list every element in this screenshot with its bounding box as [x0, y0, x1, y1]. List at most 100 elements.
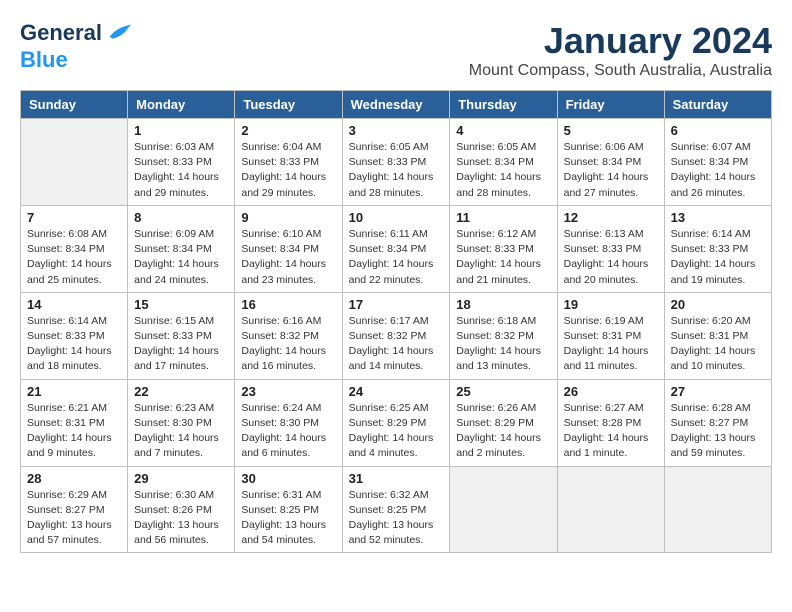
day-cell: 26 Sunrise: 6:27 AM Sunset: 8:28 PM Dayli… [557, 379, 664, 466]
week-row-1: 1Sunrise: 6:03 AM Sunset: 8:33 PM Daylig… [21, 119, 772, 206]
day-number: 26 [564, 384, 658, 399]
day-number: 9 [241, 210, 335, 225]
day-number: 29 [134, 471, 228, 486]
weekday-saturday: Saturday [664, 91, 771, 119]
logo-blue: Blue [20, 47, 68, 72]
day-cell [21, 119, 128, 206]
day-cell: 21Sunrise: 6:21 AM Sunset: 8:31 PM Dayli… [21, 379, 128, 466]
week-row-2: 7 Sunrise: 6:08 AM Sunset: 8:34 PM Daylig… [21, 205, 772, 292]
logo-text: General Blue [20, 20, 133, 72]
week-row-4: 21Sunrise: 6:21 AM Sunset: 8:31 PM Dayli… [21, 379, 772, 466]
day-info: Sunrise: 6:16 AM Sunset: 8:32 PM Dayligh… [241, 314, 335, 375]
day-number: 7 [27, 210, 121, 225]
day-cell: 22Sunrise: 6:23 AM Sunset: 8:30 PM Dayli… [128, 379, 235, 466]
day-number: 14 [27, 297, 121, 312]
day-cell [557, 466, 664, 553]
day-info: Sunrise: 6:29 AM Sunset: 8:27 PM Dayligh… [27, 488, 121, 549]
day-cell: 14 Sunrise: 6:14 AM Sunset: 8:33 PM Dayli… [21, 292, 128, 379]
calendar-body: 1Sunrise: 6:03 AM Sunset: 8:33 PM Daylig… [21, 119, 772, 553]
day-info: Sunrise: 6:14 AM Sunset: 8:33 PM Dayligh… [671, 227, 765, 288]
day-info: Sunrise: 6:04 AM Sunset: 8:33 PM Dayligh… [241, 140, 335, 201]
day-cell: 3Sunrise: 6:05 AM Sunset: 8:33 PM Daylig… [342, 119, 450, 206]
day-number: 28 [27, 471, 121, 486]
day-info: Sunrise: 6:30 AM Sunset: 8:26 PM Dayligh… [134, 488, 228, 549]
day-info: Sunrise: 6:25 AM Sunset: 8:29 PM Dayligh… [349, 401, 444, 462]
day-cell: 18 Sunrise: 6:18 AM Sunset: 8:32 PM Dayli… [450, 292, 557, 379]
day-info: Sunrise: 6:21 AM Sunset: 8:31 PM Dayligh… [27, 401, 121, 462]
day-info: Sunrise: 6:18 AM Sunset: 8:32 PM Dayligh… [456, 314, 550, 375]
day-info: Sunrise: 6:13 AM Sunset: 8:33 PM Dayligh… [564, 227, 658, 288]
day-cell: 5 Sunrise: 6:06 AM Sunset: 8:34 PM Daylig… [557, 119, 664, 206]
day-info: Sunrise: 6:15 AM Sunset: 8:33 PM Dayligh… [134, 314, 228, 375]
day-number: 19 [564, 297, 658, 312]
day-number: 17 [349, 297, 444, 312]
day-number: 12 [564, 210, 658, 225]
day-cell [664, 466, 771, 553]
day-cell: 9 Sunrise: 6:10 AM Sunset: 8:34 PM Daylig… [235, 205, 342, 292]
day-number: 16 [241, 297, 335, 312]
day-cell: 28 Sunrise: 6:29 AM Sunset: 8:27 PM Dayli… [21, 466, 128, 553]
day-cell: 29 Sunrise: 6:30 AM Sunset: 8:26 PM Dayli… [128, 466, 235, 553]
day-info: Sunrise: 6:11 AM Sunset: 8:34 PM Dayligh… [349, 227, 444, 288]
day-cell: 31 Sunrise: 6:32 AM Sunset: 8:25 PM Dayli… [342, 466, 450, 553]
day-number: 24 [349, 384, 444, 399]
day-info: Sunrise: 6:17 AM Sunset: 8:32 PM Dayligh… [349, 314, 444, 375]
day-cell: 11 Sunrise: 6:12 AM Sunset: 8:33 PM Dayli… [450, 205, 557, 292]
day-number: 27 [671, 384, 765, 399]
day-number: 18 [456, 297, 550, 312]
day-cell: 8Sunrise: 6:09 AM Sunset: 8:34 PM Daylig… [128, 205, 235, 292]
page-header: General Blue January 2024 Mount Compass,… [20, 20, 772, 80]
day-cell: 17 Sunrise: 6:17 AM Sunset: 8:32 PM Dayli… [342, 292, 450, 379]
day-number: 25 [456, 384, 550, 399]
day-info: Sunrise: 6:27 AM Sunset: 8:28 PM Dayligh… [564, 401, 658, 462]
day-cell: 13Sunrise: 6:14 AM Sunset: 8:33 PM Dayli… [664, 205, 771, 292]
day-cell: 20 Sunrise: 6:20 AM Sunset: 8:31 PM Dayli… [664, 292, 771, 379]
day-cell: 6Sunrise: 6:07 AM Sunset: 8:34 PM Daylig… [664, 119, 771, 206]
day-info: Sunrise: 6:12 AM Sunset: 8:33 PM Dayligh… [456, 227, 550, 288]
day-info: Sunrise: 6:14 AM Sunset: 8:33 PM Dayligh… [27, 314, 121, 375]
day-info: Sunrise: 6:05 AM Sunset: 8:33 PM Dayligh… [349, 140, 444, 201]
day-number: 30 [241, 471, 335, 486]
calendar-table: SundayMondayTuesdayWednesdayThursdayFrid… [20, 90, 772, 553]
location: Mount Compass, South Australia, Australi… [469, 62, 772, 80]
day-number: 11 [456, 210, 550, 225]
day-cell: 23 Sunrise: 6:24 AM Sunset: 8:30 PM Dayli… [235, 379, 342, 466]
day-info: Sunrise: 6:20 AM Sunset: 8:31 PM Dayligh… [671, 314, 765, 375]
day-cell: 24 Sunrise: 6:25 AM Sunset: 8:29 PM Dayli… [342, 379, 450, 466]
day-cell: 7 Sunrise: 6:08 AM Sunset: 8:34 PM Daylig… [21, 205, 128, 292]
day-number: 22 [134, 384, 228, 399]
day-info: Sunrise: 6:06 AM Sunset: 8:34 PM Dayligh… [564, 140, 658, 201]
week-row-5: 28 Sunrise: 6:29 AM Sunset: 8:27 PM Dayli… [21, 466, 772, 553]
day-number: 5 [564, 123, 658, 138]
weekday-sunday: Sunday [21, 91, 128, 119]
day-cell: 4Sunrise: 6:05 AM Sunset: 8:34 PM Daylig… [450, 119, 557, 206]
day-number: 23 [241, 384, 335, 399]
logo: General Blue [20, 20, 133, 72]
day-info: Sunrise: 6:10 AM Sunset: 8:34 PM Dayligh… [241, 227, 335, 288]
day-cell: 16 Sunrise: 6:16 AM Sunset: 8:32 PM Dayli… [235, 292, 342, 379]
day-number: 20 [671, 297, 765, 312]
day-number: 10 [349, 210, 444, 225]
day-cell: 1Sunrise: 6:03 AM Sunset: 8:33 PM Daylig… [128, 119, 235, 206]
day-info: Sunrise: 6:08 AM Sunset: 8:34 PM Dayligh… [27, 227, 121, 288]
day-info: Sunrise: 6:26 AM Sunset: 8:29 PM Dayligh… [456, 401, 550, 462]
day-number: 4 [456, 123, 550, 138]
day-info: Sunrise: 6:09 AM Sunset: 8:34 PM Dayligh… [134, 227, 228, 288]
day-cell: 2 Sunrise: 6:04 AM Sunset: 8:33 PM Daylig… [235, 119, 342, 206]
day-cell: 15 Sunrise: 6:15 AM Sunset: 8:33 PM Dayli… [128, 292, 235, 379]
weekday-header-row: SundayMondayTuesdayWednesdayThursdayFrid… [21, 91, 772, 119]
title-area: January 2024 Mount Compass, South Austra… [469, 20, 772, 80]
day-number: 31 [349, 471, 444, 486]
day-info: Sunrise: 6:07 AM Sunset: 8:34 PM Dayligh… [671, 140, 765, 201]
day-number: 1 [134, 123, 228, 138]
day-cell: 19Sunrise: 6:19 AM Sunset: 8:31 PM Dayli… [557, 292, 664, 379]
day-cell: 27Sunrise: 6:28 AM Sunset: 8:27 PM Dayli… [664, 379, 771, 466]
weekday-monday: Monday [128, 91, 235, 119]
day-cell [450, 466, 557, 553]
day-info: Sunrise: 6:32 AM Sunset: 8:25 PM Dayligh… [349, 488, 444, 549]
day-number: 2 [241, 123, 335, 138]
day-info: Sunrise: 6:24 AM Sunset: 8:30 PM Dayligh… [241, 401, 335, 462]
day-cell: 12 Sunrise: 6:13 AM Sunset: 8:33 PM Dayli… [557, 205, 664, 292]
day-number: 15 [134, 297, 228, 312]
logo-bird-icon [105, 20, 133, 48]
